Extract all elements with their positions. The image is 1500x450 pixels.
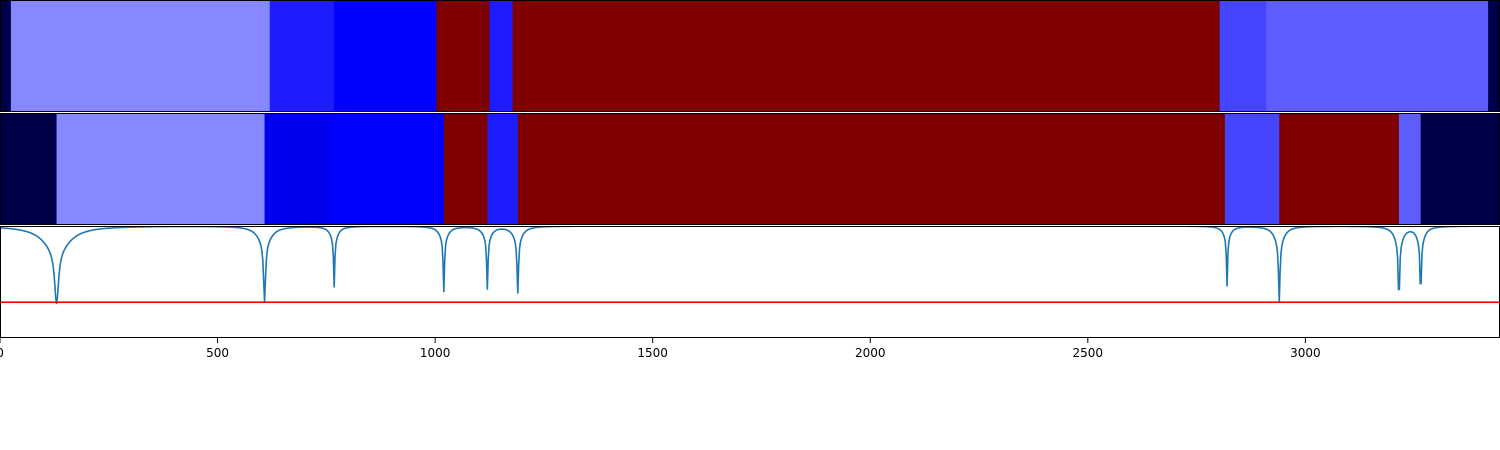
heatmap-2-segment-1 <box>56 113 266 225</box>
heatmap-1-segment-7 <box>1219 0 1267 112</box>
heatmap-2-segment-3 <box>332 113 445 225</box>
heatmap-1-segment-0 <box>0 0 12 112</box>
x-tick-label-2500: 2500 <box>1073 346 1104 360</box>
heatmap-track-2 <box>0 113 1500 225</box>
heatmap-1-segment-6 <box>512 0 1221 112</box>
heatmap-2-segment-0 <box>0 113 58 225</box>
heatmap-1-segment-4 <box>436 0 491 112</box>
x-tick-label-1000: 1000 <box>420 346 451 360</box>
heatmap-1-segment-5 <box>489 0 514 112</box>
x-tick-label-3000: 3000 <box>1290 346 1321 360</box>
x-tick-label-2000: 2000 <box>855 346 886 360</box>
x-tick-label-500: 500 <box>206 346 229 360</box>
heatmap-1-segment-1 <box>10 0 271 112</box>
heatmap-1-segment-9 <box>1488 0 1500 112</box>
heatmap-1-segment-2 <box>269 0 335 112</box>
figure: 0 500 1000 1500 2000 2500 3000 <box>0 0 1500 450</box>
heatmap-2-segment-2 <box>264 113 334 225</box>
heatmap-2-segment-4 <box>443 113 488 225</box>
heatmap-2-segment-6 <box>517 113 1226 225</box>
heatmap-2-segment-9 <box>1398 113 1422 225</box>
x-tick-label-1500: 1500 <box>637 346 668 360</box>
heatmap-2-segment-8 <box>1279 113 1400 225</box>
heatmap-1-segment-3 <box>334 0 437 112</box>
heatmap-track-1 <box>0 0 1500 112</box>
heatmap-2-segment-10 <box>1420 113 1500 225</box>
heatmap-1-segment-8 <box>1266 0 1489 112</box>
heatmap-2-segment-7 <box>1224 113 1280 225</box>
heatmap-2-segment-5 <box>487 113 519 225</box>
x-tick-label-0: 0 <box>0 346 4 360</box>
